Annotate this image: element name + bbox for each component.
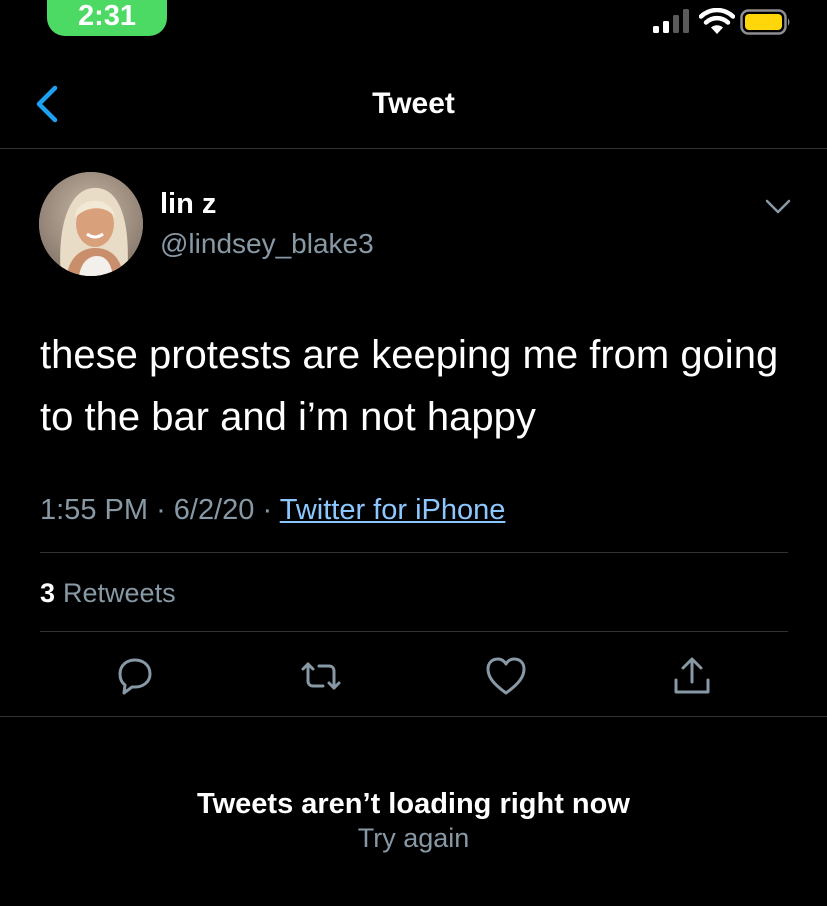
tweet-metadata: 1:55 PM · 6/2/20 · Twitter for iPhone — [40, 490, 505, 530]
like-button[interactable] — [482, 652, 530, 700]
tweet-time: 1:55 PM — [40, 494, 148, 526]
reply-button[interactable] — [110, 652, 158, 700]
retweet-icon — [301, 662, 341, 690]
replies-error-message: Tweets aren’t loading right now — [197, 788, 630, 820]
chevron-down-icon[interactable] — [760, 192, 796, 220]
wifi-icon — [699, 8, 735, 34]
tweet-text: these protests are keeping me from going… — [40, 333, 779, 439]
header-divider — [0, 148, 827, 149]
retweets-label: Retweets — [63, 578, 176, 608]
status-time-pill: 2:31 — [47, 0, 167, 36]
retweets-number: 3 — [40, 578, 56, 608]
meta-divider — [40, 552, 788, 553]
profile-photo — [39, 172, 143, 276]
meta-separator: · — [262, 494, 273, 526]
actions-divider — [0, 716, 827, 717]
meta-separator: · — [156, 494, 166, 526]
stats-divider — [40, 631, 788, 632]
username-handle[interactable]: @lindsey_blake3 — [160, 226, 374, 262]
speech-bubble-icon — [118, 658, 152, 695]
try-again-button[interactable]: Try again — [0, 820, 827, 856]
page-title: Tweet — [372, 87, 455, 120]
battery-icon — [740, 9, 790, 35]
status-time: 2:31 — [77, 0, 137, 32]
retweets-count[interactable]: 3 Retweets — [40, 574, 176, 612]
tweet-date: 6/2/20 — [173, 494, 255, 526]
avatar[interactable] — [39, 172, 143, 276]
share-icon — [674, 657, 710, 694]
retweet-button[interactable] — [297, 652, 345, 700]
cellular-signal-icon — [653, 9, 689, 33]
share-button[interactable] — [668, 652, 716, 700]
display-name[interactable]: lin z — [160, 186, 216, 222]
tweet-source-link[interactable]: Twitter for iPhone — [280, 494, 506, 526]
heart-icon — [486, 657, 526, 695]
